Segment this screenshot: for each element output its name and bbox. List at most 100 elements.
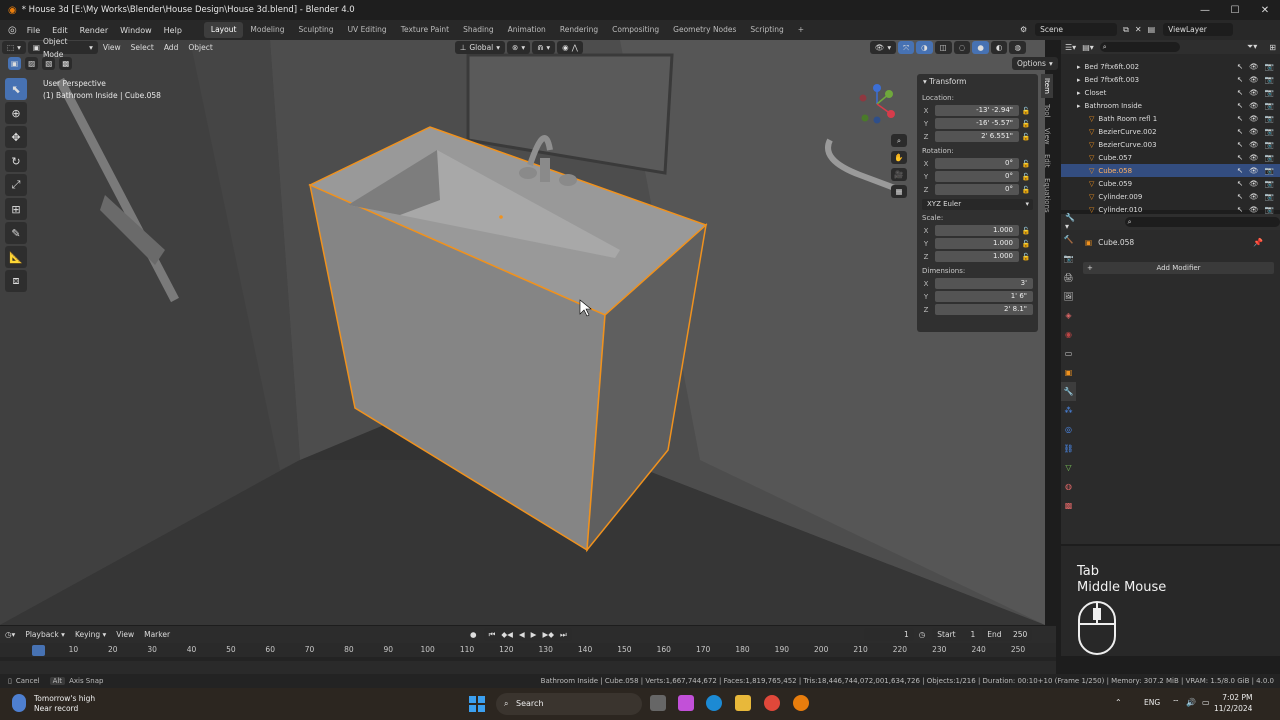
properties-search-input[interactable]: ⌕: [1124, 217, 1280, 227]
expand-arrow-icon[interactable]: ▸: [1077, 89, 1081, 97]
timeline-scrollbar[interactable]: [0, 657, 1056, 661]
rendered-shading[interactable]: ◍: [1009, 41, 1026, 54]
lock-icon[interactable]: 🔓: [1019, 107, 1033, 115]
object-type-icon[interactable]: ▽: [1089, 167, 1094, 175]
menu-help[interactable]: Help: [158, 26, 188, 35]
output-tab-icon[interactable]: 🖨: [1061, 268, 1076, 287]
xray-toggle[interactable]: ◫: [934, 41, 952, 54]
tab-item[interactable]: Item: [1041, 74, 1053, 98]
world-tab-icon[interactable]: ◉: [1061, 325, 1076, 344]
blender-menu-icon[interactable]: ◎: [8, 25, 17, 36]
scale-x-field[interactable]: 1.000: [935, 225, 1019, 236]
select-arrow-icon[interactable]: ↖: [1237, 166, 1243, 175]
edge-browser-icon[interactable]: [706, 695, 722, 711]
close-button[interactable]: ✕: [1250, 0, 1280, 20]
clock-icon[interactable]: ◷▾: [0, 630, 20, 639]
eye-icon[interactable]: 👁: [1249, 101, 1259, 110]
collection-tab-icon[interactable]: ▭: [1061, 344, 1076, 363]
tab-scripting[interactable]: Scripting: [743, 22, 790, 38]
transform-tool[interactable]: ⊞: [5, 198, 27, 220]
measure-tool[interactable]: 📐: [5, 246, 27, 268]
tab-layout[interactable]: Layout: [203, 22, 244, 38]
camera-icon[interactable]: 📷: [1265, 153, 1274, 162]
playhead[interactable]: [32, 645, 45, 656]
tab-uv-editing[interactable]: UV Editing: [341, 22, 394, 38]
snap-button[interactable]: ⋒ ▾: [532, 41, 556, 54]
scale-z-field[interactable]: 1.000: [935, 251, 1019, 262]
tray-chevron-icon[interactable]: ⌃: [1115, 698, 1122, 707]
select-extend-icon[interactable]: ▨: [25, 57, 39, 70]
rotation-z-field[interactable]: 0°: [935, 184, 1019, 195]
new-collection-icon[interactable]: ⊞: [1269, 43, 1276, 52]
eye-icon[interactable]: 👁: [1249, 153, 1259, 162]
modifier-tab-icon[interactable]: 🔧: [1061, 382, 1076, 401]
viewport-menu-object[interactable]: Object: [183, 43, 217, 52]
scene-tab-icon[interactable]: ◈: [1061, 306, 1076, 325]
cursor-tool[interactable]: ⊕: [5, 102, 27, 124]
select-arrow-icon[interactable]: ↖: [1237, 75, 1243, 84]
windows-start-icon[interactable]: [469, 696, 485, 712]
select-arrow-icon[interactable]: ↖: [1237, 140, 1243, 149]
camera-icon[interactable]: 📷: [1265, 166, 1274, 175]
menu-file[interactable]: File: [21, 26, 46, 35]
lock-icon[interactable]: 🔓: [1019, 160, 1033, 168]
object-type-icon[interactable]: ▽: [1089, 128, 1094, 136]
object-type-icon[interactable]: ▽: [1089, 154, 1094, 162]
lock-icon[interactable]: 🔓: [1019, 120, 1033, 128]
copilot-icon[interactable]: [678, 695, 694, 711]
tab-edit[interactable]: Edit: [1041, 150, 1053, 172]
camera-icon[interactable]: 📷: [1265, 179, 1274, 188]
viewport-menu-select[interactable]: Select: [126, 43, 159, 52]
scene-selector[interactable]: Scene: [1035, 23, 1118, 36]
select-arrow-icon[interactable]: ↖: [1237, 101, 1243, 110]
weather-icon[interactable]: [12, 694, 26, 712]
eye-icon[interactable]: 👁: [1249, 140, 1259, 149]
eye-icon[interactable]: 👁: [1249, 62, 1259, 71]
select-subtract-icon[interactable]: ▧: [42, 57, 56, 70]
dimension-x-field[interactable]: 3': [935, 278, 1033, 289]
blender-taskbar-icon[interactable]: [793, 695, 809, 711]
new-scene-icon[interactable]: ⧉: [1123, 25, 1129, 35]
eye-icon[interactable]: 👁: [1249, 75, 1259, 84]
solid-shading[interactable]: ●: [972, 41, 989, 54]
dimension-z-field[interactable]: 2' 8.1": [935, 304, 1033, 315]
timeline-menu-keying[interactable]: Keying ▾: [70, 630, 111, 639]
texture-tab-icon[interactable]: ▩: [1061, 496, 1076, 515]
menu-window[interactable]: Window: [114, 26, 158, 35]
lock-icon[interactable]: 🔓: [1019, 133, 1033, 141]
clock[interactable]: 7:02 PM 11/2/2024: [1214, 692, 1252, 714]
constraints-tab-icon[interactable]: ⛓: [1061, 439, 1076, 458]
camera-icon[interactable]: 📷: [1265, 88, 1274, 97]
minimize-button[interactable]: —: [1190, 0, 1220, 20]
object-type-icon[interactable]: ▽: [1089, 206, 1094, 214]
select-new-icon[interactable]: ▣: [8, 57, 22, 70]
location-z-field[interactable]: 2' 6.551": [935, 131, 1019, 142]
physics-tab-icon[interactable]: ◎: [1061, 420, 1076, 439]
tool-tab-icon[interactable]: 🔨: [1061, 230, 1076, 249]
record-icon[interactable]: ●: [465, 630, 482, 639]
camera-icon[interactable]: 📷: [1265, 205, 1274, 214]
timeline-menu-view[interactable]: View: [111, 630, 139, 639]
expand-arrow-icon[interactable]: ▸: [1077, 102, 1081, 110]
select-arrow-icon[interactable]: ↖: [1237, 205, 1243, 214]
gizmo-toggle[interactable]: ⤧: [898, 41, 915, 54]
eye-icon[interactable]: 👁: [1249, 192, 1259, 201]
transform-orientation-selector[interactable]: ⊥ Global ▾: [454, 41, 506, 54]
tab-rendering[interactable]: Rendering: [553, 22, 605, 38]
camera-icon[interactable]: 📷: [1265, 62, 1274, 71]
visibility-button[interactable]: 👁 ▾: [869, 41, 897, 54]
wifi-icon[interactable]: ⌔: [1172, 698, 1180, 708]
expand-arrow-icon[interactable]: ▸: [1077, 63, 1081, 71]
camera-icon[interactable]: 📷: [1265, 192, 1274, 201]
camera-icon[interactable]: 📷: [1265, 101, 1274, 110]
weather-widget[interactable]: Tomorrow's high Near record: [34, 694, 95, 714]
select-arrow-icon[interactable]: ↖: [1237, 62, 1243, 71]
object-type-icon[interactable]: ▽: [1089, 141, 1094, 149]
camera-icon[interactable]: 📷: [1265, 140, 1274, 149]
timeline-menu-playback[interactable]: Playback ▾: [20, 630, 70, 639]
rotation-x-field[interactable]: 0°: [935, 158, 1019, 169]
options-dropdown[interactable]: Options ▾: [1012, 57, 1058, 70]
outliner-row[interactable]: ▸ Bed 7ftx6ft.002 ↖ 👁 📷: [1061, 60, 1280, 73]
navigation-gizmo[interactable]: [855, 82, 900, 127]
view-layer-tab-icon[interactable]: 🖼: [1061, 287, 1076, 306]
